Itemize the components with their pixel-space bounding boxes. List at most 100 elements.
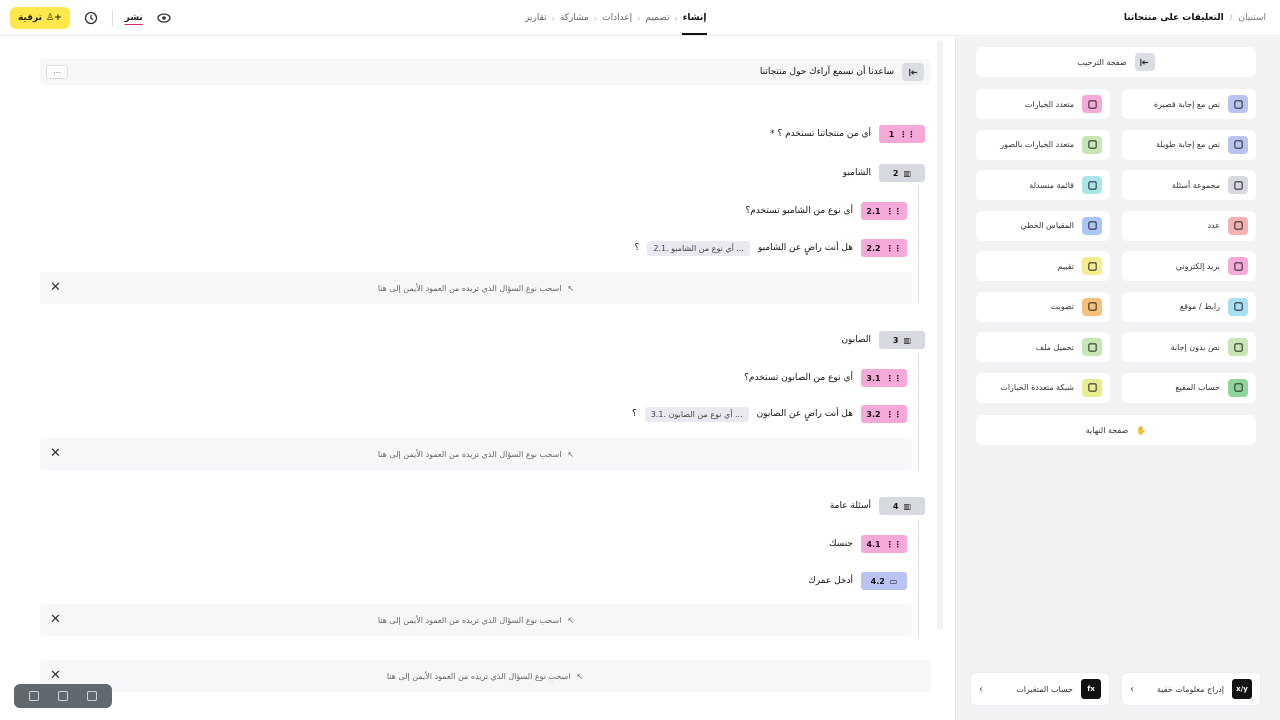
question-item[interactable]: ▭ 4.2 أدخل عمرك [808,572,907,590]
breadcrumb: استبيان / التعليقات على منتجاتنا [1123,12,1266,23]
question-item[interactable]: ⋮⋮ 3.1 أي نوع من الصابون تستخدم؟ [744,369,907,387]
close-icon[interactable]: ✕ [50,612,61,627]
tab-settings[interactable]: إعدادات [597,13,637,23]
question-type-short-text[interactable]: نص مع إجابة قصيرة [1122,89,1256,119]
vote-icon [1082,297,1102,316]
number-icon [1228,216,1248,235]
tool-icon-3[interactable] [86,691,97,701]
matrix-icon [1228,378,1248,397]
group-title[interactable]: أسئلة عامة [830,501,871,511]
question-text[interactable]: أدخل عمرك [808,576,853,586]
question-text[interactable]: هل أنت راضٍ عن الشامبو [758,243,853,253]
add-user-icon: ♙+ [46,12,62,23]
question-type-email[interactable]: بريد إلكتروني [1122,251,1256,281]
chevron-left-icon: ‹ [1130,683,1134,695]
welcome-page-icon [1134,53,1155,71]
publish-button[interactable]: نشر [125,13,143,23]
floating-toolbar [14,684,112,708]
pointer-icon: ↖ [567,449,575,459]
picture-choice-icon [1082,135,1102,154]
question-type-grid-choice[interactable]: شبكة متعددة الخيارات [976,372,1110,403]
question-group[interactable]: ▥ 3 الصابون [841,331,925,349]
question-type-question-group[interactable]: مجموعة أسئلة [1122,170,1256,200]
scrollbar[interactable] [937,40,943,630]
question-text[interactable]: جنسك [829,539,853,549]
short-text-icon [1228,95,1248,113]
drop-zone-text: اسحب نوع السؤال الذي تريده من العمود الأ… [386,671,571,681]
question-type-number[interactable]: عدد [1122,210,1256,241]
question-type-file-upload[interactable]: تحميل ملف [976,332,1110,362]
group-title[interactable]: الصابون [841,335,871,345]
section-title[interactable]: ساعدنا أن نسمع آراءك حول منتجاتنا [760,67,894,77]
question-text[interactable]: أي نوع من الشامبو تستخدم؟ [745,206,853,216]
question-group[interactable]: ▥ 2 الشامبو [843,164,925,182]
piped-answer-chip[interactable]: 3.1. أي نوع من الصابون ... [644,406,749,422]
question-type-link[interactable]: رابط / موقع [1122,291,1256,322]
question-type-linear-scale[interactable]: المقياس الخطي [976,210,1110,241]
group-badge: ▥ 2 [879,164,925,182]
question-item[interactable]: ⋮⋮ 3.2 هل أنت راضٍ عن الصابون 3.1. أي نوع… [632,405,907,423]
question-text[interactable]: هل أنت راضٍ عن الصابون [757,409,853,419]
question-group[interactable]: ▥ 4 أسئلة عامة [830,497,925,515]
drag-handle-icon: ⋮⋮ [899,129,916,139]
main-tabs: إنشاء › تصميم › إعدادات › مشاركة › تقاري… [520,0,711,36]
close-icon[interactable]: ✕ [50,446,61,461]
tool-icon-2[interactable] [57,691,68,701]
question-type-long-text[interactable]: نص مع إجابة طويلة [1122,129,1256,160]
question-text[interactable]: * أي من منتجاتنا تستخدم ؟ [770,129,871,139]
pointer-icon: ↖ [567,283,575,293]
breadcrumb-title[interactable]: التعليقات على منتجاتنا [1124,13,1224,23]
hidden-fields-icon: x/y [1232,679,1252,699]
tab-share[interactable]: مشاركة [555,13,594,23]
calculator-button[interactable]: fx حساب المتغيرات ‹ [970,672,1110,706]
question-type-statement[interactable]: نص بدون إجابة [1122,332,1256,362]
drop-zone[interactable]: ✕ اسحب نوع السؤال الذي تريده من العمود ا… [40,604,912,636]
root-drop-zone[interactable]: ✕ اسحب نوع السؤال الذي تريده من العمود ا… [40,660,930,692]
question-type-multiple-choice[interactable]: متعدد الخيارات [976,89,1110,119]
upgrade-label: ترقية [18,12,43,23]
end-page-button[interactable]: ✋ صفحة النهاية [976,415,1256,445]
more-options-button[interactable]: ⋯ [46,65,68,79]
tool-icon-1[interactable] [29,691,40,701]
question-item[interactable]: ⋮⋮ 4.1 جنسك [829,535,907,553]
chevron-left-icon: ‹ [979,683,983,695]
number-icon: ▭ [889,576,898,586]
question-type-picture-choice[interactable]: متعدد الخيارات بالصور [976,129,1110,160]
star-icon [1082,257,1102,275]
end-page-icon: ✋ [1136,425,1147,435]
question-type-vote[interactable]: تصويت [976,291,1110,322]
piped-answer-chip[interactable]: 2.1. أي نوع من الشامبو ... [647,240,750,256]
top-bar-actions: ترقية ♙+ نشر [10,6,173,29]
drop-zone[interactable]: ✕ اسحب نوع السؤال الذي تريده من العمود ا… [40,438,912,470]
question-item[interactable]: ⋮⋮ 1 * أي من منتجاتنا تستخدم ؟ [770,125,925,143]
tab-create[interactable]: إنشاء [678,13,712,35]
pointer-icon: ↖ [567,615,575,625]
group-title[interactable]: الشامبو [843,168,871,178]
section-header[interactable]: ساعدنا أن نسمع آراءك حول منتجاتنا ⋯ [40,59,930,85]
statement-icon [1228,338,1248,356]
close-icon[interactable]: ✕ [50,280,61,295]
multiple-choice-icon [1082,95,1102,113]
hidden-fields-button[interactable]: x/y إدراج معلومات خفية ‹ [1121,672,1261,706]
welcome-page-button[interactable]: صفحة الترحيب [976,47,1256,77]
long-text-icon [1228,135,1248,154]
question-item[interactable]: ⋮⋮ 2.1 أي نوع من الشامبو تستخدم؟ [745,202,907,220]
upgrade-button[interactable]: ترقية ♙+ [10,6,70,29]
help-icon[interactable] [82,9,100,27]
email-icon [1228,257,1248,275]
preview-eye-icon[interactable] [155,9,173,27]
divider [111,9,113,26]
tab-design[interactable]: تصميم [640,13,674,23]
question-type-dropdown[interactable]: قائمة منسدلة [976,170,1110,200]
question-type-matrix[interactable]: حساب المقيع [1122,372,1256,403]
question-type-sidebar: صفحة الترحيب نص مع إجابة قصيرة متعدد الخي… [955,37,1280,720]
multiple-choice-badge: ⋮⋮ 1 [879,125,925,143]
question-item[interactable]: ⋮⋮ 2.2 هل أنت راضٍ عن الشامبو 2.1. أي نوع… [635,239,907,257]
tab-reports[interactable]: تقارير [520,13,552,23]
question-text[interactable]: أي نوع من الصابون تستخدم؟ [744,373,853,383]
breadcrumb-home[interactable]: استبيان [1238,13,1266,23]
drop-zone[interactable]: ✕ اسحب نوع السؤال الذي تريده من العمود ا… [40,272,912,304]
question-type-star[interactable]: تقييم [976,251,1110,281]
close-icon[interactable]: ✕ [50,668,61,683]
drop-zone-text: اسحب نوع السؤال الذي تريده من العمود الأ… [377,615,562,625]
